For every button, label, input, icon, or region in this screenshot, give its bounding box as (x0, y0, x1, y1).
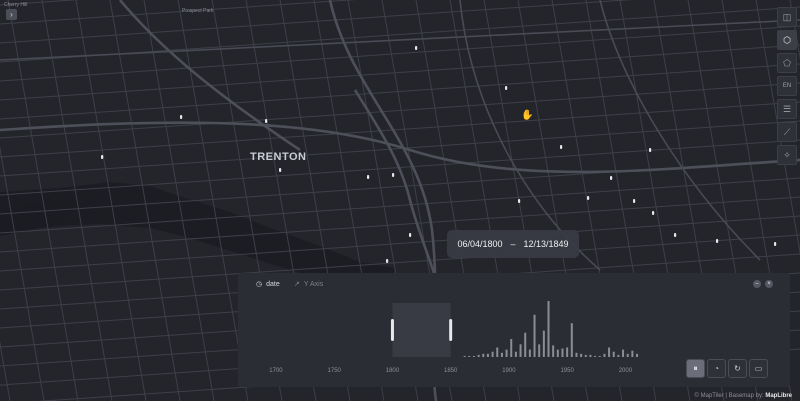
histogram-bar (603, 353, 606, 357)
histogram-bar (528, 349, 531, 357)
ruler-icon[interactable]: ⟋ (777, 122, 797, 142)
timeline-panel: ◷ date ↗ Y Axis – × 1700 1750 1800 1850 1900… (238, 273, 790, 387)
selection-window[interactable] (392, 303, 451, 357)
histogram-bar (626, 353, 629, 357)
map-point (716, 239, 719, 243)
histogram-bar (542, 330, 545, 357)
polygon-icon[interactable]: ⬠ (777, 53, 797, 73)
map-point (101, 155, 104, 159)
histogram-bar (496, 347, 499, 357)
histogram-bar (482, 353, 485, 357)
histogram-bar (556, 349, 559, 357)
time-range-display: 06/04/1800 – 12/13/1849 (447, 230, 579, 258)
map-point (560, 145, 563, 149)
hand-cursor-icon: ✋ (521, 110, 534, 121)
selection-handle-left[interactable] (390, 319, 394, 341)
export-video-icon[interactable]: ▭ (749, 359, 768, 378)
layers-icon[interactable]: ◫ (777, 7, 797, 27)
legend-icon[interactable]: ☰ (777, 99, 797, 119)
pause-icon[interactable]: ⏸ (686, 359, 705, 378)
histogram-bar (561, 348, 564, 357)
histogram-bar (636, 353, 639, 357)
replay-icon[interactable]: ↻ (728, 359, 747, 378)
histogram-bar (552, 345, 555, 357)
map-point (633, 199, 636, 203)
map-point (610, 176, 613, 180)
map-point (774, 242, 777, 246)
corner-place-label: Cherry Hill (4, 2, 28, 8)
histogram-bar (500, 352, 503, 357)
axis-tick-label: 2000 (619, 368, 633, 374)
histogram-bar (505, 349, 508, 357)
histogram-bar (533, 314, 536, 357)
magic-icon[interactable]: ✧ (777, 145, 797, 165)
histogram-bar (570, 323, 573, 357)
histogram-bar (612, 351, 615, 357)
map-toolbar: ◫ ⬡ ⬠ EN ☰ ⟋ ✧ (777, 7, 797, 165)
axis-tick-label: 1850 (444, 368, 458, 374)
map-point (652, 211, 655, 215)
speed-icon[interactable]: ◔ (707, 359, 726, 378)
histogram-bar (580, 353, 583, 357)
attribution-text: © MapTiler | Basemap by: (694, 393, 764, 399)
axis-tick-label: 1750 (328, 368, 342, 374)
histogram-bar (566, 347, 569, 357)
map-point (367, 175, 370, 179)
histogram-bar (510, 339, 513, 357)
map-point (180, 115, 183, 119)
map-point (409, 233, 412, 237)
histogram-bar (519, 344, 522, 357)
histogram-bar (463, 355, 466, 357)
time-range-end: 12/13/1849 (523, 239, 569, 249)
histogram-bar (575, 352, 578, 357)
histogram-bar (477, 354, 480, 357)
histogram-bar (631, 350, 634, 357)
time-range-start: 06/04/1800 (457, 239, 503, 249)
maplibre-logo: MapLibre (765, 393, 792, 399)
axis-tick-label: 1950 (560, 368, 574, 374)
map-point (505, 86, 508, 90)
histogram-bar (594, 355, 597, 357)
map-point (415, 46, 418, 50)
map-point (649, 148, 652, 152)
histogram-bar (598, 355, 601, 357)
park-label: Prospect Park (182, 8, 214, 14)
map-point (265, 119, 268, 123)
collapse-icon[interactable]: › (6, 9, 17, 20)
cube-icon[interactable]: ⬡ (777, 30, 797, 50)
axis-tick-label: 1800 (386, 368, 400, 374)
histogram-bar (608, 347, 611, 357)
histogram-bar (617, 354, 620, 357)
histogram-bar (486, 353, 489, 357)
histogram-bar (584, 354, 587, 357)
time-range-separator: – (510, 239, 516, 249)
attribution[interactable]: © MapTiler | Basemap by: MapLibre (695, 393, 792, 399)
map-point (386, 259, 389, 263)
selection-handle-right[interactable] (449, 319, 453, 341)
histogram-bar (468, 355, 471, 357)
map-point (392, 173, 395, 177)
histogram-bar (514, 351, 517, 357)
histogram-bar (589, 354, 592, 357)
map-point (674, 233, 677, 237)
map-point (518, 199, 521, 203)
histogram-bar (472, 355, 475, 357)
axis-tick-label: 1900 (502, 368, 516, 374)
histogram-bar (622, 349, 625, 357)
histogram-bar (547, 301, 550, 357)
city-label: TRENTON (250, 151, 307, 163)
language-toggle[interactable]: EN (777, 76, 797, 96)
axis-tick-label: 1700 (269, 368, 283, 374)
histogram-bar (491, 351, 494, 357)
histogram-bar (538, 344, 541, 357)
histogram-bar (524, 332, 527, 357)
map-point (279, 168, 282, 172)
map-point (587, 196, 590, 200)
